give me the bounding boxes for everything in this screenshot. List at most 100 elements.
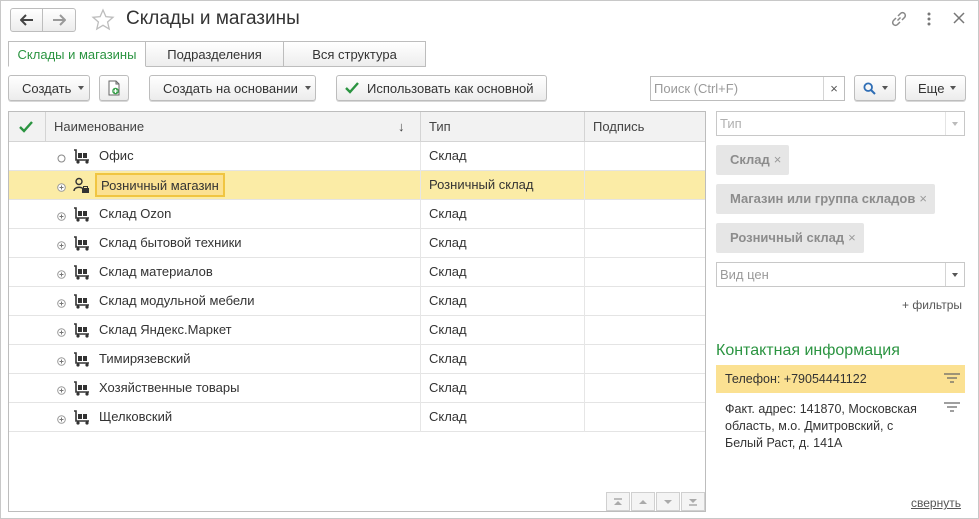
column-header-name[interactable]: Наименование <box>54 112 144 141</box>
close-icon[interactable] <box>952 10 966 28</box>
clear-search-button[interactable]: × <box>823 77 844 100</box>
address-line: Белый Раст, д. 141А <box>725 436 843 450</box>
tab-warehouses-and-stores[interactable]: Склады и магазины <box>8 41 146 67</box>
cell-name: Тимирязевский <box>99 351 191 366</box>
warehouse-icon <box>73 351 90 370</box>
expand-plus-icon[interactable] <box>57 325 66 337</box>
checkmark-column-icon[interactable] <box>18 120 34 134</box>
contact-phone-row[interactable]: Телефон: +79054441122 <box>716 365 965 393</box>
scroll-down-icon <box>664 499 672 504</box>
sort-arrow-icon[interactable]: ↓ <box>398 112 405 141</box>
scroll-up-icon <box>639 499 647 504</box>
collapse-link[interactable]: свернуть <box>911 496 961 510</box>
tab-departments[interactable]: Подразделения <box>146 41 284 67</box>
more-button[interactable]: Еще <box>905 75 966 101</box>
filter-chip-label: Розничный склад <box>730 230 845 245</box>
cell-type: Розничный склад <box>429 177 534 192</box>
table-row[interactable]: Щелковский Склад <box>9 403 705 432</box>
more-vertical-icon[interactable] <box>925 10 933 28</box>
arrow-left-icon <box>19 14 33 26</box>
create-button-label: Создать <box>22 80 72 96</box>
search-input[interactable] <box>651 77 823 100</box>
back-button[interactable] <box>10 8 43 32</box>
filter-chip-retail-warehouse[interactable]: Розничный склад × <box>716 223 864 253</box>
table-row[interactable]: Хозяйственные товары Склад <box>9 374 705 403</box>
expand-plus-icon[interactable] <box>57 296 66 308</box>
copy-document-button[interactable] <box>99 75 129 101</box>
expand-plus-icon[interactable] <box>57 383 66 395</box>
add-filters-link[interactable]: + фильтры <box>902 298 962 312</box>
column-header-type[interactable]: Тип <box>429 112 451 141</box>
filter-chip-warehouse[interactable]: Склад × <box>716 145 790 175</box>
expand-plus-icon[interactable] <box>57 180 66 192</box>
column-header-signature[interactable]: Подпись <box>593 112 644 141</box>
price-type-field[interactable]: Вид цен <box>716 262 965 287</box>
scroll-up-button[interactable] <box>631 492 655 511</box>
warehouse-icon <box>73 409 90 428</box>
table-row[interactable]: Склад бытовой техники Склад <box>9 229 705 258</box>
table-row[interactable]: Склад модульной мебели Склад <box>9 287 705 316</box>
cell-name: Щелковский <box>99 409 173 424</box>
filter-chip-store-or-group[interactable]: Магазин или группа складов × <box>716 184 935 214</box>
warehouses-table[interactable]: Наименование ↓ Тип Подпись Офис Склад Розн… <box>8 111 706 512</box>
warehouse-icon <box>73 322 90 341</box>
expand-plus-icon[interactable] <box>57 412 66 424</box>
table-row[interactable]: Розничный магазин Розничный склад <box>9 171 705 200</box>
scroll-to-bottom-button[interactable] <box>681 492 705 511</box>
table-row[interactable]: Склад материалов Склад <box>9 258 705 287</box>
expand-plus-icon[interactable] <box>57 238 66 250</box>
address-line: Факт. адрес: 141870, Московская <box>725 402 917 416</box>
create-based-on-button[interactable]: Создать на основании <box>149 75 316 101</box>
warehouse-icon <box>73 264 90 283</box>
filter-chip-label: Склад <box>730 152 770 167</box>
cell-type: Склад <box>429 148 467 163</box>
cell-name: Склад Яндекс.Маркет <box>99 322 232 337</box>
cell-name: Склад бытовой техники <box>99 235 242 250</box>
scroll-to-top-button[interactable] <box>606 492 630 511</box>
expand-plus-icon[interactable] <box>57 209 66 221</box>
table-row[interactable]: Склад Яндекс.Маркет Склад <box>9 316 705 345</box>
cell-type: Склад <box>429 206 467 221</box>
type-filter-dropdown[interactable] <box>945 112 964 135</box>
create-based-on-label: Создать на основании <box>163 80 298 96</box>
warehouse-icon <box>73 206 90 225</box>
warehouse-icon <box>73 380 90 399</box>
forward-button[interactable] <box>43 8 76 32</box>
cell-type: Склад <box>429 409 467 424</box>
cell-type: Склад <box>429 380 467 395</box>
price-type-placeholder: Вид цен <box>720 267 769 282</box>
expand-plus-icon[interactable] <box>57 267 66 279</box>
details-lines-icon[interactable] <box>943 401 961 414</box>
table-row[interactable]: Офис Склад <box>9 142 705 171</box>
filter-chip-label: Магазин или группа складов <box>730 191 916 206</box>
contact-info-title: Контактная информация <box>716 342 900 359</box>
table-row[interactable]: Склад Ozon Склад <box>9 200 705 229</box>
tab-whole-structure[interactable]: Вся структура <box>284 41 426 67</box>
type-filter-field[interactable]: Тип <box>716 111 965 136</box>
chevron-down-icon <box>950 86 957 90</box>
scroll-down-button[interactable] <box>656 492 680 511</box>
leaf-circle-icon[interactable] <box>57 151 66 163</box>
scroll-bottom-icon <box>689 498 697 506</box>
remove-chip-icon[interactable]: × <box>848 230 856 245</box>
contact-address-row[interactable]: Факт. адрес: 141870, Московская область,… <box>716 401 965 453</box>
search-options-button[interactable] <box>854 75 896 101</box>
link-icon[interactable] <box>890 10 908 28</box>
table-row[interactable]: Тимирязевский Склад <box>9 345 705 374</box>
use-as-main-button[interactable]: Использовать как основной <box>336 75 547 101</box>
remove-chip-icon[interactable]: × <box>774 152 782 167</box>
more-button-label: Еще <box>918 80 945 96</box>
details-lines-icon[interactable] <box>943 372 961 385</box>
expand-plus-icon[interactable] <box>57 354 66 366</box>
search-box: × <box>650 76 845 101</box>
cell-name: Офис <box>99 148 134 163</box>
price-type-dropdown[interactable] <box>945 263 964 286</box>
cell-name: Хозяйственные товары <box>99 380 240 395</box>
remove-chip-icon[interactable]: × <box>919 191 927 206</box>
search-icon <box>862 81 876 95</box>
contact-phone: Телефон: +79054441122 <box>725 372 867 386</box>
arrow-right-icon <box>53 14 66 26</box>
cell-type: Склад <box>429 293 467 308</box>
create-button[interactable]: Создать <box>8 75 90 101</box>
favorite-star-icon[interactable] <box>91 8 115 32</box>
